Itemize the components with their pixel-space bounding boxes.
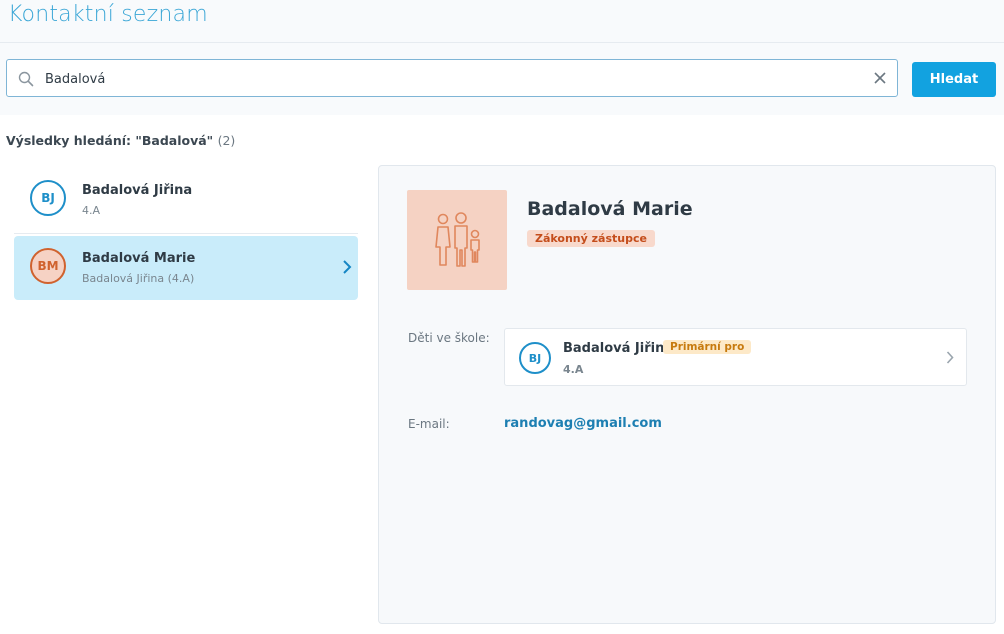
result-name: Badalová Marie [82, 251, 196, 266]
results-heading: Výsledky hledání: "Badalová" (2) [6, 133, 235, 148]
result-item[interactable]: BJ Badalová Jiřina 4.A [14, 168, 358, 232]
person-photo-placeholder [407, 190, 507, 290]
child-name: Badalová Jiřina [563, 341, 674, 356]
avatar: BJ [30, 180, 66, 216]
family-icon [435, 212, 480, 267]
chevron-right-icon [946, 351, 954, 364]
role-badge: Zákonný zástupce [527, 230, 655, 247]
top-bar: Kontaktní seznam [0, 0, 1004, 43]
detail-panel: Badalová Marie Zákonný zástupce Děti ve … [378, 165, 996, 624]
result-class: 4.A [82, 204, 101, 217]
search-button[interactable]: Hledat [912, 62, 996, 97]
result-name: Badalová Jiřina [82, 183, 193, 198]
result-item-selected[interactable]: BM Badalová Marie Badalová Jiřina (4.A) [14, 236, 358, 300]
contact-name: Badalová Marie [527, 198, 693, 220]
result-child-info: Badalová Jiřina (4.A) [82, 272, 195, 285]
avatar: BM [30, 248, 66, 284]
chevron-right-icon [343, 260, 352, 274]
child-card[interactable]: BJ Badalová Jiřina Primární pro 4.A [504, 328, 967, 386]
results-heading-text: Výsledky hledání: "Badalová" [6, 133, 214, 148]
divider [14, 233, 358, 234]
avatar: BJ [519, 342, 551, 374]
email-label: E-mail: [408, 417, 450, 431]
primary-badge: Primární pro [663, 340, 752, 354]
search-input[interactable] [43, 60, 867, 98]
page-title: Kontaktní seznam [8, 2, 208, 27]
search-box[interactable] [6, 59, 898, 98]
children-label: Děti ve škole: [408, 331, 490, 345]
close-icon[interactable] [873, 71, 887, 85]
results-count: (2) [217, 133, 236, 148]
child-class: 4.A [563, 363, 584, 376]
search-icon [18, 71, 34, 87]
email-link[interactable]: randovag@gmail.com [504, 416, 662, 431]
search-area: Hledat [0, 43, 1004, 115]
